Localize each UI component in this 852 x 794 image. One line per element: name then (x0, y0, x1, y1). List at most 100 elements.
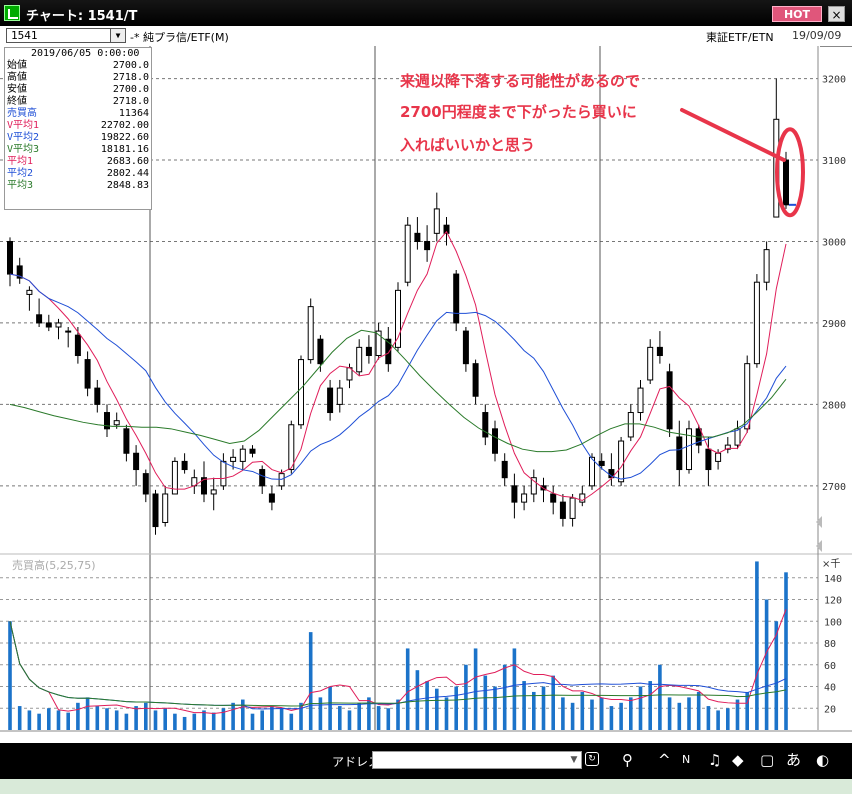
info-value: 2718.0 (112, 72, 149, 83)
candle-body (65, 330, 72, 333)
candle-body (123, 428, 130, 454)
candle-body (288, 424, 295, 471)
info-value: 2848.83 (106, 180, 149, 191)
volume-bar (182, 716, 187, 730)
volume-bar (328, 686, 332, 730)
volume-icon[interactable]: ♫ (708, 751, 721, 769)
symbol-value: 1541 (11, 29, 38, 42)
info-value: 2718.0 (112, 96, 149, 107)
info-label: V平均3 (7, 144, 40, 155)
info-row: 安値 2700.0 (7, 84, 149, 96)
info-label: 安値 (7, 84, 27, 95)
info-label: V平均1 (7, 120, 40, 131)
candle-body (26, 289, 33, 295)
candle-body (74, 334, 81, 357)
chevron-up-icon[interactable]: ^ (658, 751, 671, 769)
people-icon[interactable]: ⚲ (622, 751, 633, 769)
volume-bar (435, 688, 439, 730)
candle-body (521, 493, 528, 503)
annotation-line-2: 2700円程度まで下がったら買いに (400, 103, 637, 121)
volume-bar (716, 710, 720, 730)
candle-body (181, 460, 188, 471)
candle-body (598, 460, 605, 466)
info-label: V平均2 (7, 132, 40, 143)
candle-body (239, 448, 246, 462)
volume-tick-label: 20 (824, 704, 836, 715)
volume-bar (338, 706, 342, 730)
volume-bar (47, 708, 51, 730)
app-tray-icon[interactable]: ◐ (816, 751, 829, 769)
volume-bar (512, 648, 517, 730)
candle-body (356, 346, 363, 373)
volume-bar (153, 710, 158, 730)
taskbar: アドレス ▼ ↻ ⚲ ^ N ♫ ◆ ▢ あ ◐ (0, 743, 852, 779)
volume-bar (76, 702, 80, 730)
hot-button[interactable]: HOT (772, 6, 822, 22)
volume-bar (532, 691, 536, 730)
price-tick-label: 2900 (822, 319, 846, 330)
candle-body (152, 493, 159, 528)
candle-body (210, 489, 217, 495)
title-bar[interactable]: チャート: 1541/T HOT × (0, 0, 852, 26)
info-date: 2019/06/05 0:00:00 (31, 48, 140, 59)
notification-icon[interactable]: ▢ (760, 751, 774, 769)
volume-bar (745, 691, 749, 730)
candle-body (259, 469, 266, 487)
volume-bar (8, 621, 12, 730)
info-value: 2700.0 (112, 60, 149, 71)
info-label: 始値 (7, 60, 27, 71)
volume-tick-label: 80 (824, 639, 836, 650)
candle-body (511, 485, 518, 503)
volume-bar (250, 713, 255, 730)
volume-bar (211, 712, 216, 730)
volume-bar (367, 697, 371, 730)
volume-bar (522, 681, 526, 730)
ime-hiragana-icon[interactable]: あ (786, 751, 801, 769)
volume-bar (454, 686, 458, 730)
candle-body (36, 314, 43, 324)
close-button[interactable]: × (828, 6, 845, 22)
address-input[interactable] (372, 751, 582, 769)
chart-toolbar: 1541 ▼ -* 純プラ信/ETF(M) 東証ETF/ETN 19/09/09 (0, 26, 852, 47)
volume-bar (308, 632, 313, 730)
volume-bar (95, 706, 100, 730)
dropbox-icon[interactable]: ◆ (732, 751, 744, 769)
candle-body (453, 273, 460, 324)
info-label: 売買高 (7, 108, 37, 119)
volume-bar (37, 713, 41, 730)
volume-bar (270, 706, 274, 730)
info-row: 売買高 11364 (7, 108, 149, 120)
volume-bar (726, 708, 730, 730)
candle-body (637, 387, 644, 414)
volume-bar (658, 664, 662, 730)
chevron-down-icon[interactable]: ▼ (566, 751, 582, 769)
symbol-select[interactable]: 1541 ▼ (6, 28, 126, 43)
volume-tick-label: 60 (824, 661, 836, 672)
volume-bar (173, 713, 177, 730)
volume-bar (376, 706, 381, 730)
candle-body (627, 412, 634, 438)
candle-body (530, 477, 537, 495)
info-row: 終値 2718.0 (7, 96, 149, 108)
annotation-line-3: 入ればいいかと思う (400, 136, 536, 154)
volume-bar (609, 706, 614, 730)
volume-bar (289, 713, 294, 730)
volume-bar (279, 708, 284, 730)
candle-body (84, 359, 91, 389)
chevron-down-icon[interactable]: ▼ (110, 29, 125, 42)
volume-bar (570, 702, 575, 730)
info-value: 19822.60 (100, 132, 149, 143)
candle-body (589, 456, 595, 487)
go-arrow-icon[interactable]: ↻ (585, 752, 599, 766)
volume-bar (163, 708, 167, 730)
candle-body (472, 363, 479, 397)
volume-bar (706, 706, 711, 730)
volume-bar (386, 708, 391, 730)
volume-bar (114, 710, 119, 730)
network-icon[interactable]: N (682, 751, 690, 769)
info-row: 高値 2718.0 (7, 72, 149, 84)
candle-body (230, 456, 237, 462)
volume-bar (17, 706, 22, 730)
volume-bar (677, 702, 682, 730)
volume-tick-label: 120 (824, 596, 842, 607)
